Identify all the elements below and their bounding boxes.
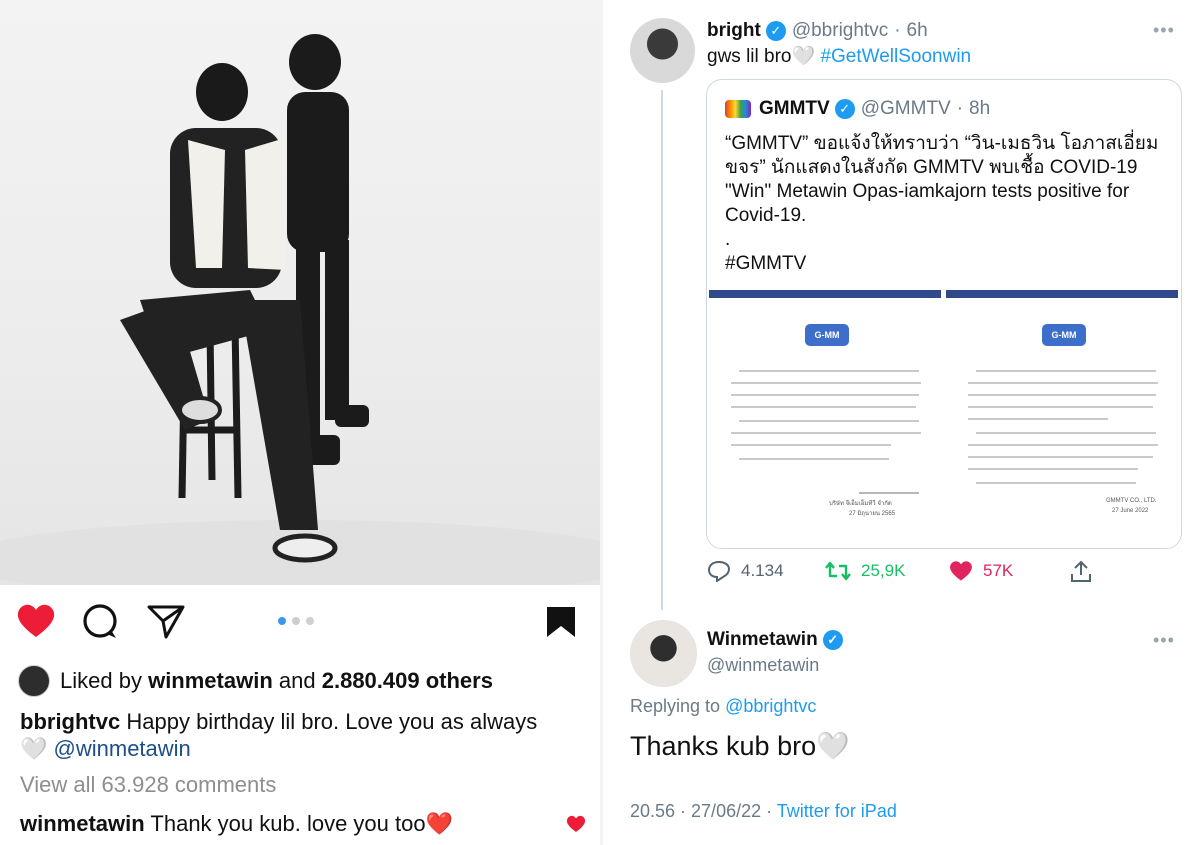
quote-author-handle[interactable]: @GMMTV xyxy=(861,98,951,120)
tweet-separator: · xyxy=(894,20,901,41)
quote-hashtag[interactable]: #GMMTV xyxy=(725,252,1165,276)
likes-prefix: Liked by xyxy=(60,668,142,693)
likes-summary[interactable]: Liked by winmetawin and 2.880.409 others xyxy=(18,665,493,697)
comment-icon[interactable] xyxy=(82,603,120,646)
quote-line: Covid-19. xyxy=(725,205,807,226)
carousel-dot[interactable] xyxy=(278,617,286,625)
reply-count: 4.134 xyxy=(741,561,784,580)
reply-action[interactable]: 4.134 xyxy=(707,560,784,582)
doc-right-signature: GMMTV CO., LTD. xyxy=(1106,498,1157,504)
tweet-author-handle[interactable]: @bbrightvc xyxy=(792,20,888,42)
reply-body: Thanks kub bro xyxy=(630,731,817,761)
like-action[interactable]: 57K xyxy=(949,560,1013,582)
doc-header-bar xyxy=(709,290,941,298)
reply-author-handle[interactable]: @winmetawin xyxy=(707,655,819,676)
gmm-doc-logo: G-MM xyxy=(1042,324,1086,346)
carousel-dot[interactable] xyxy=(292,617,300,625)
likes-joiner: and xyxy=(278,668,316,693)
quote-line: . xyxy=(725,229,731,250)
reply-metadata: 20.56 · 27/06/22 · Twitter for iPad xyxy=(630,801,897,822)
white-heart-emoji: 🤍 xyxy=(791,46,816,67)
tweet-stats: 4.134 25,9K 57K xyxy=(707,560,1187,588)
quote-author-name[interactable]: GMMTV xyxy=(759,98,830,120)
view-all-comments-link[interactable]: View all 63.928 comments xyxy=(20,772,276,798)
carousel-indicator xyxy=(278,617,314,625)
doc-left-signature: บริษัท จีเอ็มเอ็มทีวี จำกัด xyxy=(829,501,892,507)
quote-line: "Win" Metawin Opas-iamkajorn tests posit… xyxy=(725,181,1130,202)
doc-header-bar xyxy=(946,290,1178,298)
winmetawin-avatar[interactable] xyxy=(630,620,697,687)
tweet-author-name[interactable]: bright xyxy=(707,20,761,42)
reply-icon xyxy=(707,560,731,582)
caption-text: Happy birthday lil bro. Love you as alwa… xyxy=(126,709,538,734)
liker-username[interactable]: winmetawin xyxy=(148,668,273,694)
quote-line: ขจร” นักแสดงในสังกัด GMMTV พบเชื้อ COVID… xyxy=(725,157,1138,178)
retweet-icon xyxy=(825,561,851,581)
quote-text: “GMMTV” ขอแจ้งให้ทราบว่า “วิน-เมธวิน โอภ… xyxy=(725,132,1165,276)
announcement-thai-panel: G-MM บริษัท จีเอ็มเอ็มทีวี จำกัด 27 มิถุ… xyxy=(709,290,941,548)
bookmark-icon[interactable] xyxy=(545,605,577,644)
bright-avatar[interactable] xyxy=(630,18,695,83)
post-caption: bbrightvc Happy birthday lil bro. Love y… xyxy=(20,708,590,762)
comment-like-heart-icon[interactable] xyxy=(566,815,586,838)
like-heart-icon[interactable] xyxy=(16,603,56,644)
tweet-header: bright ✓ @bbrightvc · 6h xyxy=(707,20,928,42)
comment-row: winmetawin Thank you kub. love you too❤️ xyxy=(20,811,453,837)
post-actions xyxy=(0,595,600,650)
reply-more-icon[interactable]: ••• xyxy=(1153,630,1175,651)
comment-username[interactable]: winmetawin xyxy=(20,811,145,836)
share-action[interactable] xyxy=(1069,560,1093,584)
verified-badge-icon: ✓ xyxy=(822,630,843,650)
comment-text: Thank you kub. love you too xyxy=(150,811,426,836)
verified-badge-icon: ✓ xyxy=(834,99,855,119)
quote-line: “GMMTV” ขอแจ้งให้ทราบว่า “วิน-เมธวิน โอภ… xyxy=(725,133,1159,154)
instagram-post: Liked by winmetawin and 2.880.409 others… xyxy=(0,0,600,845)
tweet-body: gws lil bro xyxy=(707,46,792,67)
reply-source[interactable]: Twitter for iPad xyxy=(777,801,897,821)
replying-to-handle[interactable]: @bbrightvc xyxy=(725,696,816,716)
like-count: 57K xyxy=(983,561,1014,580)
quote-header: GMMTV ✓ @GMMTV · 8h xyxy=(725,98,990,120)
quoted-tweet[interactable]: GMMTV ✓ @GMMTV · 8h “GMMTV” ขอแจ้งให้ทรา… xyxy=(706,79,1182,549)
doc-left-date: 27 มิถุนายน 2565 xyxy=(849,511,896,517)
caption-mention[interactable]: @winmetawin xyxy=(54,736,191,761)
share-upload-icon xyxy=(1071,560,1091,582)
white-heart-emoji: 🤍 xyxy=(816,731,850,761)
share-icon[interactable] xyxy=(146,603,186,646)
carousel-dot[interactable] xyxy=(306,617,314,625)
twitter-thread: bright ✓ @bbrightvc · 6h ••• gws lil bro… xyxy=(603,0,1200,845)
retweet-action[interactable]: 25,9K xyxy=(825,560,905,582)
reply-date: 20.56 · 27/06/22 · xyxy=(630,801,773,821)
gmm-doc-logo: G-MM xyxy=(805,324,849,346)
white-heart-emoji: 🤍 xyxy=(20,736,48,761)
reply-text: Thanks kub bro🤍 xyxy=(630,730,850,762)
quote-time: 8h xyxy=(969,98,991,119)
tweet-more-icon[interactable]: ••• xyxy=(1153,20,1175,41)
reply-author-name[interactable]: Winmetawin xyxy=(707,629,818,651)
replying-to-line: Replying to @bbrightvc xyxy=(630,696,816,717)
retweet-count: 25,9K xyxy=(861,561,906,580)
tweet-hashtag[interactable]: #GetWellSoonwin xyxy=(820,46,971,67)
tweet-text: gws lil bro🤍 #GetWellSoonwin xyxy=(707,44,971,68)
thread-connector-line xyxy=(661,90,663,610)
liker-avatar xyxy=(18,665,50,697)
photo-illustration xyxy=(0,34,600,585)
red-heart-emoji: ❤️ xyxy=(425,811,453,836)
post-photo[interactable] xyxy=(0,0,600,585)
like-heart-icon xyxy=(950,561,972,581)
verified-badge-icon: ✓ xyxy=(765,21,786,41)
tweet-time[interactable]: 6h xyxy=(907,20,928,42)
likes-count[interactable]: 2.880.409 others xyxy=(322,668,493,694)
replying-prefix: Replying to xyxy=(630,696,721,716)
gmmtv-logo-icon xyxy=(725,100,751,118)
doc-right-date: 27 June 2022 xyxy=(1112,508,1149,514)
quote-separator: · xyxy=(956,98,964,119)
announcement-image[interactable]: G-MM บริษัท จีเอ็มเอ็มทีวี จำกัด 27 มิถุ… xyxy=(709,290,1179,548)
announcement-english-panel: G-MM GMMTV CO., LTD. 27 June 2022 xyxy=(946,290,1178,548)
reply-author-row: Winmetawin ✓ xyxy=(707,629,843,651)
caption-username[interactable]: bbrightvc xyxy=(20,709,120,734)
